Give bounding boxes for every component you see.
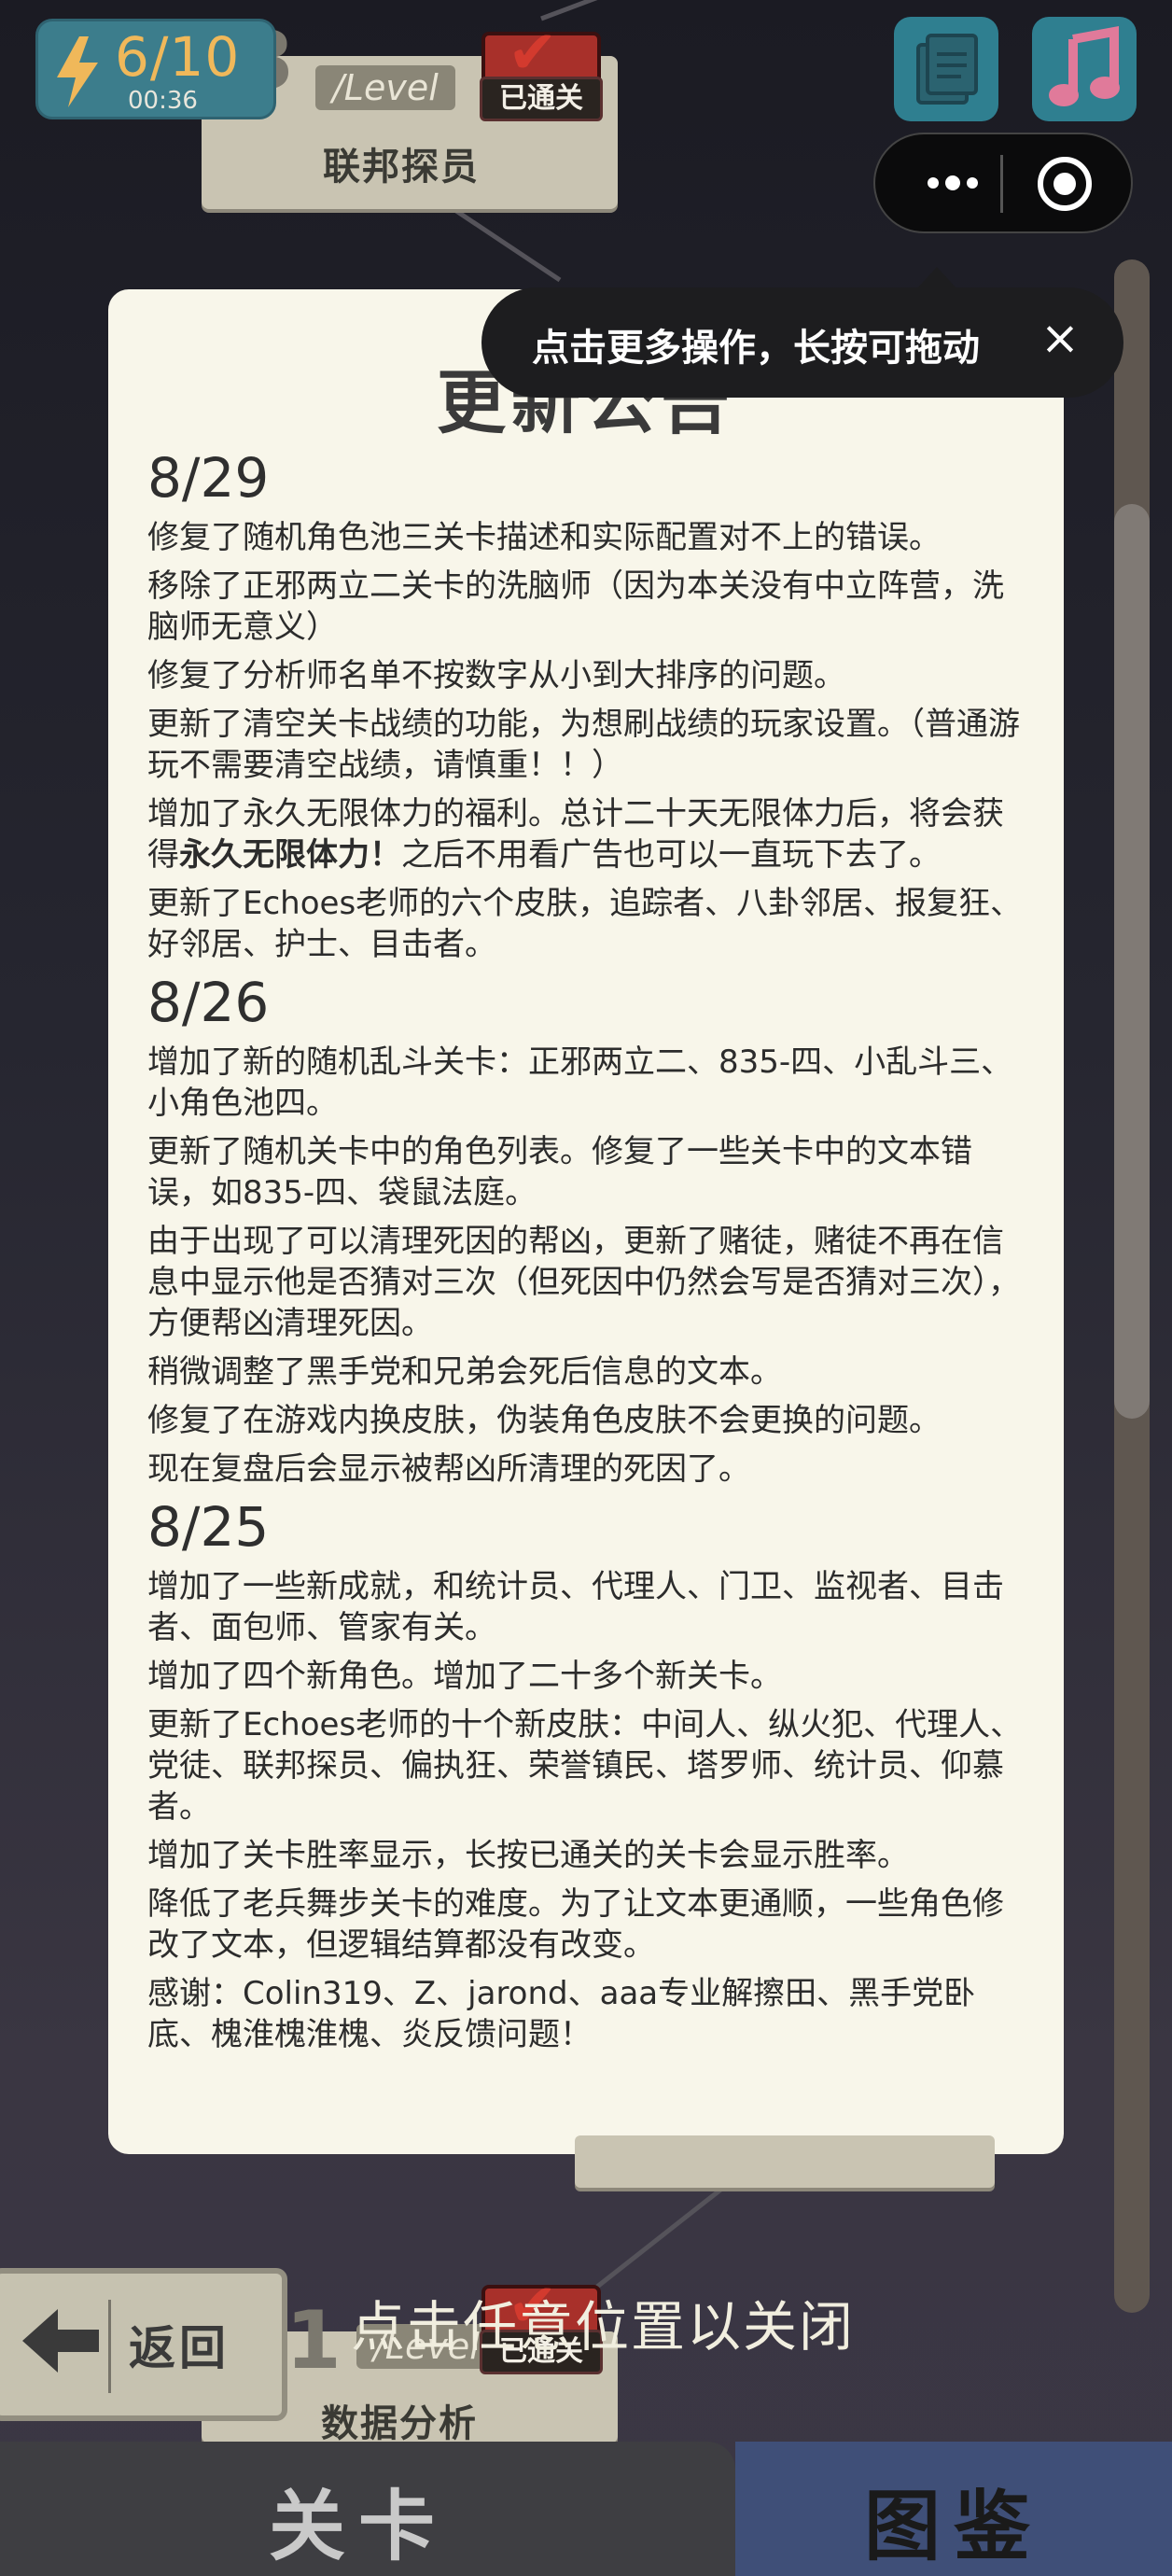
update-item: 修复了在游戏内换皮肤，伪装角色皮肤不会更换的问题。	[147, 1402, 941, 1439]
music-button[interactable]	[1032, 17, 1137, 121]
back-button[interactable]: 返回	[0, 2268, 287, 2421]
music-note-icon	[1049, 26, 1120, 106]
tooltip[interactable]: 点击更多操作，长按可拖动 ×	[481, 287, 1123, 398]
update-item: 增加了新的随机乱斗关卡：正邪两立二、835-四、小乱斗三、小角色池四。	[147, 1043, 1013, 1122]
passed-label: 已通关	[480, 77, 603, 121]
miniprogram-capsule	[873, 133, 1133, 233]
energy-count: 6/10	[115, 25, 241, 89]
close-icon[interactable]: ×	[1032, 310, 1088, 366]
tab-levels[interactable]: 关卡	[0, 2442, 735, 2576]
tooltip-text: 点击更多操作，长按可拖动	[532, 327, 980, 370]
more-dots-icon[interactable]	[911, 153, 995, 213]
update-item: 增加了一些新成就，和统计员、代理人、门卫、监视者、目击者、面包师、管家有关。	[147, 1568, 1004, 1646]
update-item: 增加了关卡胜率显示，长按已通关的关卡会显示胜率。	[147, 1837, 909, 1874]
update-item: 更新了Echoes老师的六个皮肤，追踪者、八卦邻居、报复狂、好邻居、护士、目击者…	[147, 885, 1023, 963]
announcement-panel[interactable]: 更新公告 8/29 修复了随机角色池三关卡描述和实际配置对不上的错误。 移除了正…	[108, 289, 1064, 2154]
section-0826: 8/26 增加了新的随机乱斗关卡：正邪两立二、835-四、小乱斗三、小角色池四。…	[147, 973, 1034, 1490]
update-item: 更新了随机关卡中的角色列表。修复了一些关卡中的文本错误，如835-四、袋鼠法庭。	[147, 1133, 972, 1211]
level-name: 数据分析	[321, 2402, 478, 2445]
tab-codex-label: 图鉴	[864, 2483, 1044, 2571]
level-name: 联邦探员	[323, 146, 480, 189]
update-item: 现在复盘后会显示被帮凶所清理的死因了。	[147, 1450, 750, 1488]
update-item: 更新了清空关卡战绩的功能，为想刷战绩的玩家设置。（普通游玩不需要清空战绩，请慎重…	[147, 706, 1020, 784]
update-item: 修复了分析师名单不按数字从小到大排序的问题。	[147, 657, 845, 694]
update-item: 稍微调整了黑手党和兄弟会死后信息的文本。	[147, 1353, 782, 1391]
tab-levels-label: 关卡	[269, 2483, 449, 2571]
level-number: 1	[286, 2294, 342, 2387]
back-label: 返回	[129, 2321, 230, 2375]
tab-codex[interactable]: 图鉴	[735, 2442, 1172, 2576]
section-date: 8/26	[147, 971, 270, 1034]
passed-stamp: ✔ 已通关	[467, 19, 616, 123]
energy-badge[interactable]: 6/10 00:36	[35, 19, 276, 119]
back-divider	[108, 2300, 111, 2393]
section-0825: 8/25 增加了一些新成就，和统计员、代理人、门卫、监视者、目击者、面包师、管家…	[147, 1497, 1034, 2055]
lightning-bolt-icon	[57, 36, 98, 107]
update-item: 感谢：Colin319、Z、jarond、aaa专业解擦田、黑手党卧底、槐淮槐淮…	[147, 1975, 976, 2053]
update-item: 增加了四个新角色。增加了二十多个新关卡。	[147, 1658, 782, 1695]
update-item: 移除了正邪两立二关卡的洗脑师（因为本关没有中立阵营，洗脑师无意义）	[147, 567, 1004, 646]
highlight-text: 永久无限体力！	[179, 836, 401, 874]
section-date: 8/29	[147, 446, 270, 510]
level-card-partial[interactable]	[575, 2135, 995, 2188]
close-hint: 点击任意位置以关闭	[351, 2295, 856, 2359]
update-text: 之后不用看广告也可以一直玩下去了。	[401, 836, 941, 874]
capsule-divider	[1000, 155, 1003, 213]
panel-body: 8/29 修复了随机角色池三关卡描述和实际配置对不上的错误。 移除了正邪两立二关…	[147, 448, 1034, 2063]
update-item: 修复了随机角色池三关卡描述和实际配置对不上的错误。	[147, 519, 941, 556]
update-item: 增加了永久无限体力的福利。总计二十天无限体力后，将会获得永久无限体力！之后不用看…	[147, 793, 1034, 875]
energy-timer: 00:36	[128, 87, 198, 115]
document-icon	[916, 34, 978, 105]
section-0829: 8/29 修复了随机角色池三关卡描述和实际配置对不上的错误。 移除了正邪两立二关…	[147, 448, 1034, 965]
tooltip-arrow	[916, 267, 957, 289]
target-circle-icon[interactable]	[1034, 153, 1095, 215]
docs-button[interactable]	[894, 17, 998, 121]
section-date: 8/25	[147, 1495, 270, 1559]
level-tag: /Level	[315, 65, 455, 110]
update-item: 由于出现了可以清理死因的帮凶，更新了赌徒，赌徒不再在信息中显示他是否猜对三次（但…	[147, 1223, 1020, 1342]
update-item: 更新了Echoes老师的十个新皮肤：中间人、纵火犯、代理人、党徒、联邦探员、偏执…	[147, 1706, 1023, 1826]
update-item: 降低了老兵舞步关卡的难度。为了让文本更通顺，一些角色修改了文本，但逻辑结算都没有…	[147, 1885, 1004, 1964]
scrollbar-thumb[interactable]	[1114, 504, 1150, 1419]
left-arrow-icon	[22, 2309, 99, 2373]
